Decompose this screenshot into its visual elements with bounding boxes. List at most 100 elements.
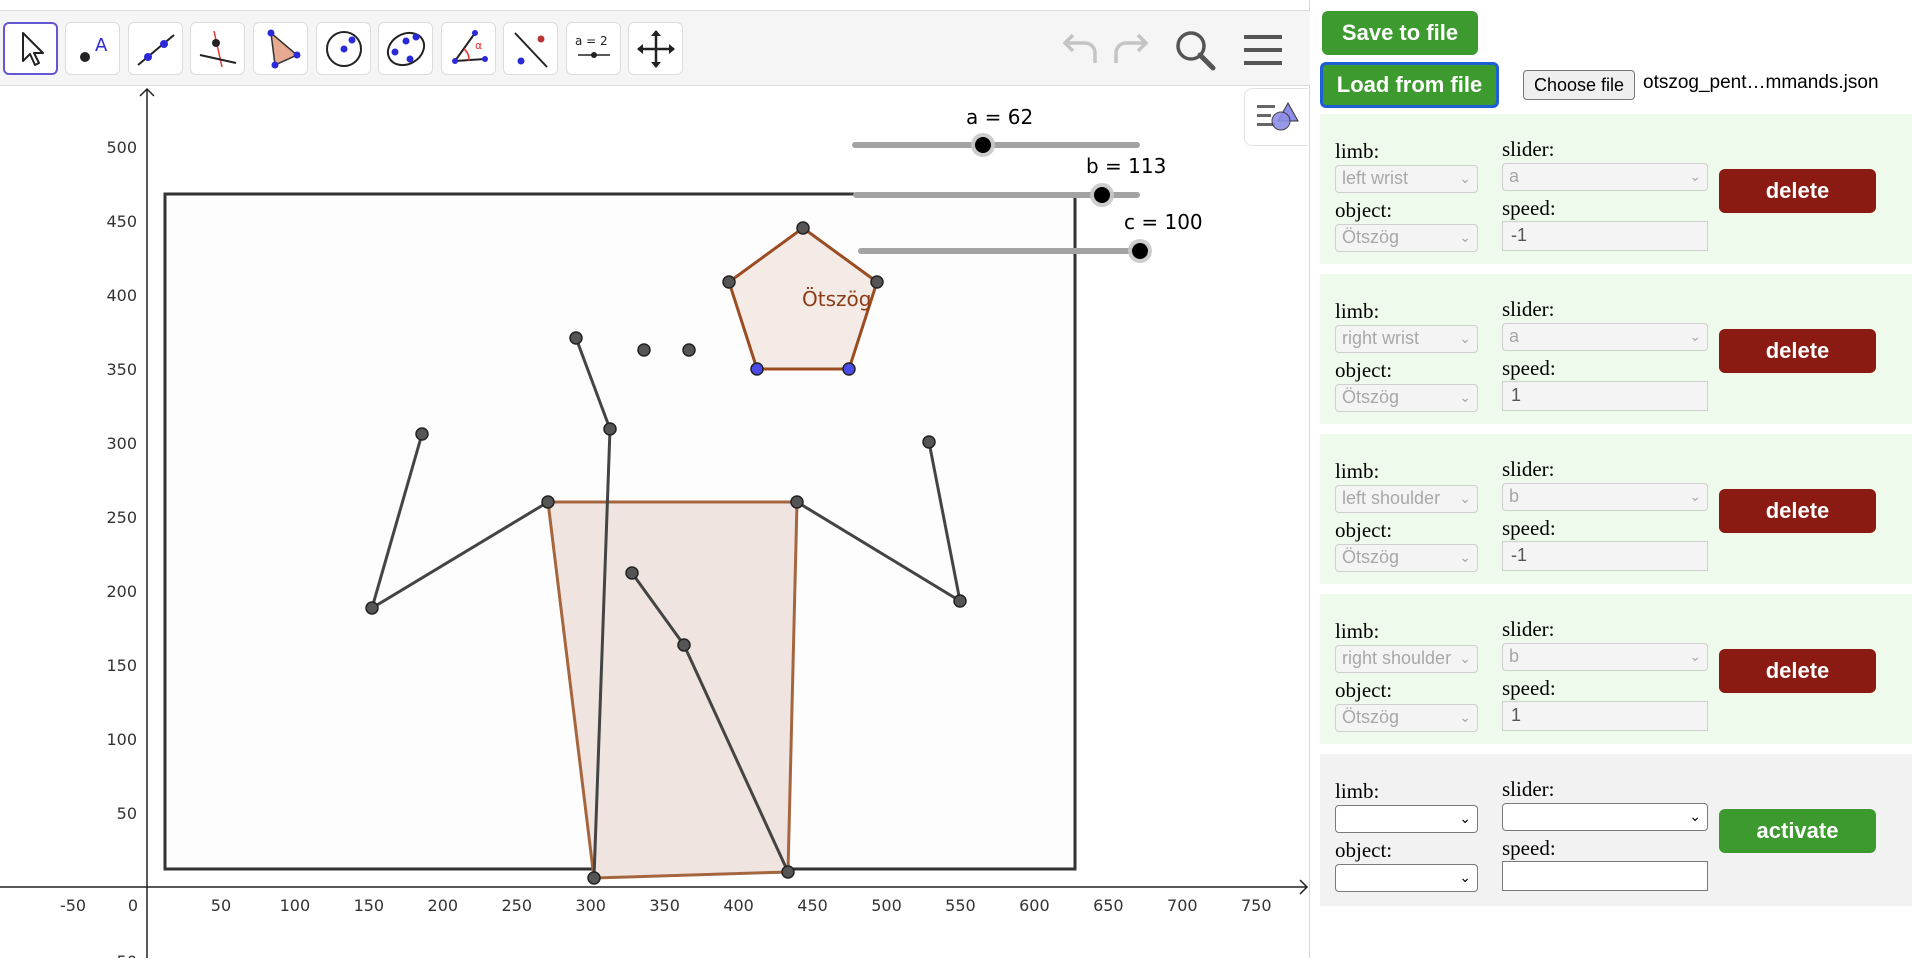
chevron-down-icon: ⌄ (1459, 229, 1471, 245)
pentagon-label: Ötszög (802, 287, 871, 311)
delete-button[interactable]: delete (1719, 489, 1876, 533)
slider-b-knob[interactable] (1094, 187, 1110, 203)
delete-button[interactable]: delete (1719, 649, 1876, 693)
object-select[interactable]: Ötszög ⌄ (1335, 384, 1478, 412)
slider-icon: a = 2 (575, 34, 610, 58)
delete-button[interactable]: delete (1719, 169, 1876, 213)
speed-input[interactable] (1502, 861, 1708, 891)
pentagon-base-point[interactable] (750, 362, 764, 376)
object-select[interactable]: Ötszög ⌄ (1335, 544, 1478, 572)
limb-label: limb: (1335, 299, 1380, 323)
angle-tool-button[interactable]: α (441, 22, 496, 75)
x-tick-label: 750 (1241, 896, 1272, 915)
x-tick-label: 500 (871, 896, 902, 915)
point[interactable] (625, 566, 639, 580)
move-graphics-tool-button[interactable] (628, 22, 683, 75)
slider-tool-button[interactable]: a = 2 (566, 22, 621, 75)
style-bar-toggle[interactable] (1244, 88, 1308, 146)
speed-input[interactable]: 1 (1502, 701, 1708, 731)
slider-a[interactable]: a = 62 (852, 105, 1140, 157)
slider-select[interactable]: ⌄ (1502, 803, 1708, 831)
x-tick-label: 150 (354, 896, 385, 915)
limb-label: limb: (1335, 139, 1380, 163)
pentagon-base-point[interactable] (842, 362, 856, 376)
slider-label: slider: (1502, 297, 1555, 321)
perpendicular-line-icon (199, 30, 236, 67)
reflect-tool-button[interactable] (503, 22, 558, 75)
chevron-down-icon: ⌄ (1459, 709, 1471, 725)
rule-row: limb: right wrist ⌄ object: Ötszög ⌄ slide… (1320, 274, 1912, 424)
choose-file-button[interactable]: Choose file (1523, 70, 1636, 100)
circle-tool-button[interactable] (316, 22, 371, 75)
x-tick-label: 450 (797, 896, 828, 915)
search-button[interactable] (1170, 25, 1220, 75)
limb-select-value: right wrist (1342, 328, 1420, 348)
limb-select[interactable]: ⌄ (1335, 805, 1478, 833)
move-tool-button[interactable] (3, 22, 58, 75)
y-tick-label: 500 (106, 138, 137, 157)
y-tick-label: 250 (106, 508, 137, 527)
x-tick-label: 300 (575, 896, 606, 915)
conic-tool-button[interactable] (378, 22, 433, 75)
undo-button[interactable] (1055, 25, 1105, 75)
angle-icon: α (451, 29, 488, 64)
graphics-view[interactable]: -50 0 50 100 150 200 250 300 350 400 450 500 550 600 6… (0, 86, 1309, 962)
limb-select[interactable]: right shoulder ⌄ (1335, 645, 1478, 673)
point[interactable] (722, 275, 736, 289)
object-select[interactable]: Ötszög ⌄ (1335, 224, 1478, 252)
point[interactable] (870, 275, 884, 289)
object-select[interactable]: Ötszög ⌄ (1335, 704, 1478, 732)
save-to-file-button[interactable]: Save to file (1322, 11, 1478, 55)
speed-input[interactable]: -1 (1502, 221, 1708, 251)
delete-button[interactable]: delete (1719, 329, 1876, 373)
point[interactable] (587, 871, 601, 885)
menu-button[interactable] (1238, 25, 1288, 75)
point[interactable] (677, 638, 691, 652)
speed-input[interactable]: 1 (1502, 381, 1708, 411)
point[interactable] (569, 331, 583, 345)
point[interactable] (365, 601, 379, 615)
slider-c-knob[interactable] (1132, 243, 1148, 259)
slider-a-knob[interactable] (975, 137, 991, 153)
point[interactable] (790, 495, 804, 509)
perpendicular-line-tool-button[interactable] (190, 22, 245, 75)
angle-symbol: α (475, 39, 482, 52)
activate-button[interactable]: activate (1719, 809, 1876, 853)
point[interactable] (953, 594, 967, 608)
slider-label: slider: (1502, 777, 1555, 801)
point[interactable] (682, 343, 696, 357)
point-tool-button[interactable]: A (65, 22, 120, 75)
point[interactable] (603, 422, 617, 436)
y-tick-label: 50 (117, 804, 137, 823)
polygon-tool-button[interactable] (253, 22, 308, 75)
object-select-value: Ötszög (1342, 707, 1400, 727)
point[interactable] (637, 343, 651, 357)
limb-select[interactable]: left wrist ⌄ (1335, 165, 1478, 193)
conic-icon (386, 31, 425, 66)
line-tool-button[interactable] (128, 22, 183, 75)
limb-select-value: left shoulder (1342, 488, 1441, 508)
menu-icon (1244, 35, 1282, 65)
speed-label: speed: (1502, 516, 1556, 540)
graphics-canvas[interactable]: -50 0 50 100 150 200 250 300 350 400 450 500 550 600 6… (0, 86, 1309, 962)
slider-select[interactable]: a ⌄ (1502, 323, 1708, 351)
y-tick-labels: 500 450 400 350 300 250 200 150 100 50 -50 (106, 138, 137, 962)
point[interactable] (796, 221, 810, 235)
point[interactable] (781, 865, 795, 879)
limb-select-value: left wrist (1342, 168, 1409, 188)
limb-label: limb: (1335, 619, 1380, 643)
speed-input[interactable]: -1 (1502, 541, 1708, 571)
point[interactable] (922, 435, 936, 449)
point[interactable] (541, 495, 555, 509)
redo-button[interactable] (1106, 25, 1156, 75)
load-from-file-button[interactable]: Load from file (1320, 62, 1499, 108)
point[interactable] (415, 427, 429, 441)
slider-select[interactable]: a ⌄ (1502, 163, 1708, 191)
slider-select[interactable]: b ⌄ (1502, 643, 1708, 671)
slider-select[interactable]: b ⌄ (1502, 483, 1708, 511)
limb-select[interactable]: left shoulder ⌄ (1335, 485, 1478, 513)
chevron-down-icon: ⌄ (1689, 328, 1701, 344)
object-select[interactable]: ⌄ (1335, 864, 1478, 892)
style-bar-icon (1256, 101, 1299, 131)
limb-select[interactable]: right wrist ⌄ (1335, 325, 1478, 353)
